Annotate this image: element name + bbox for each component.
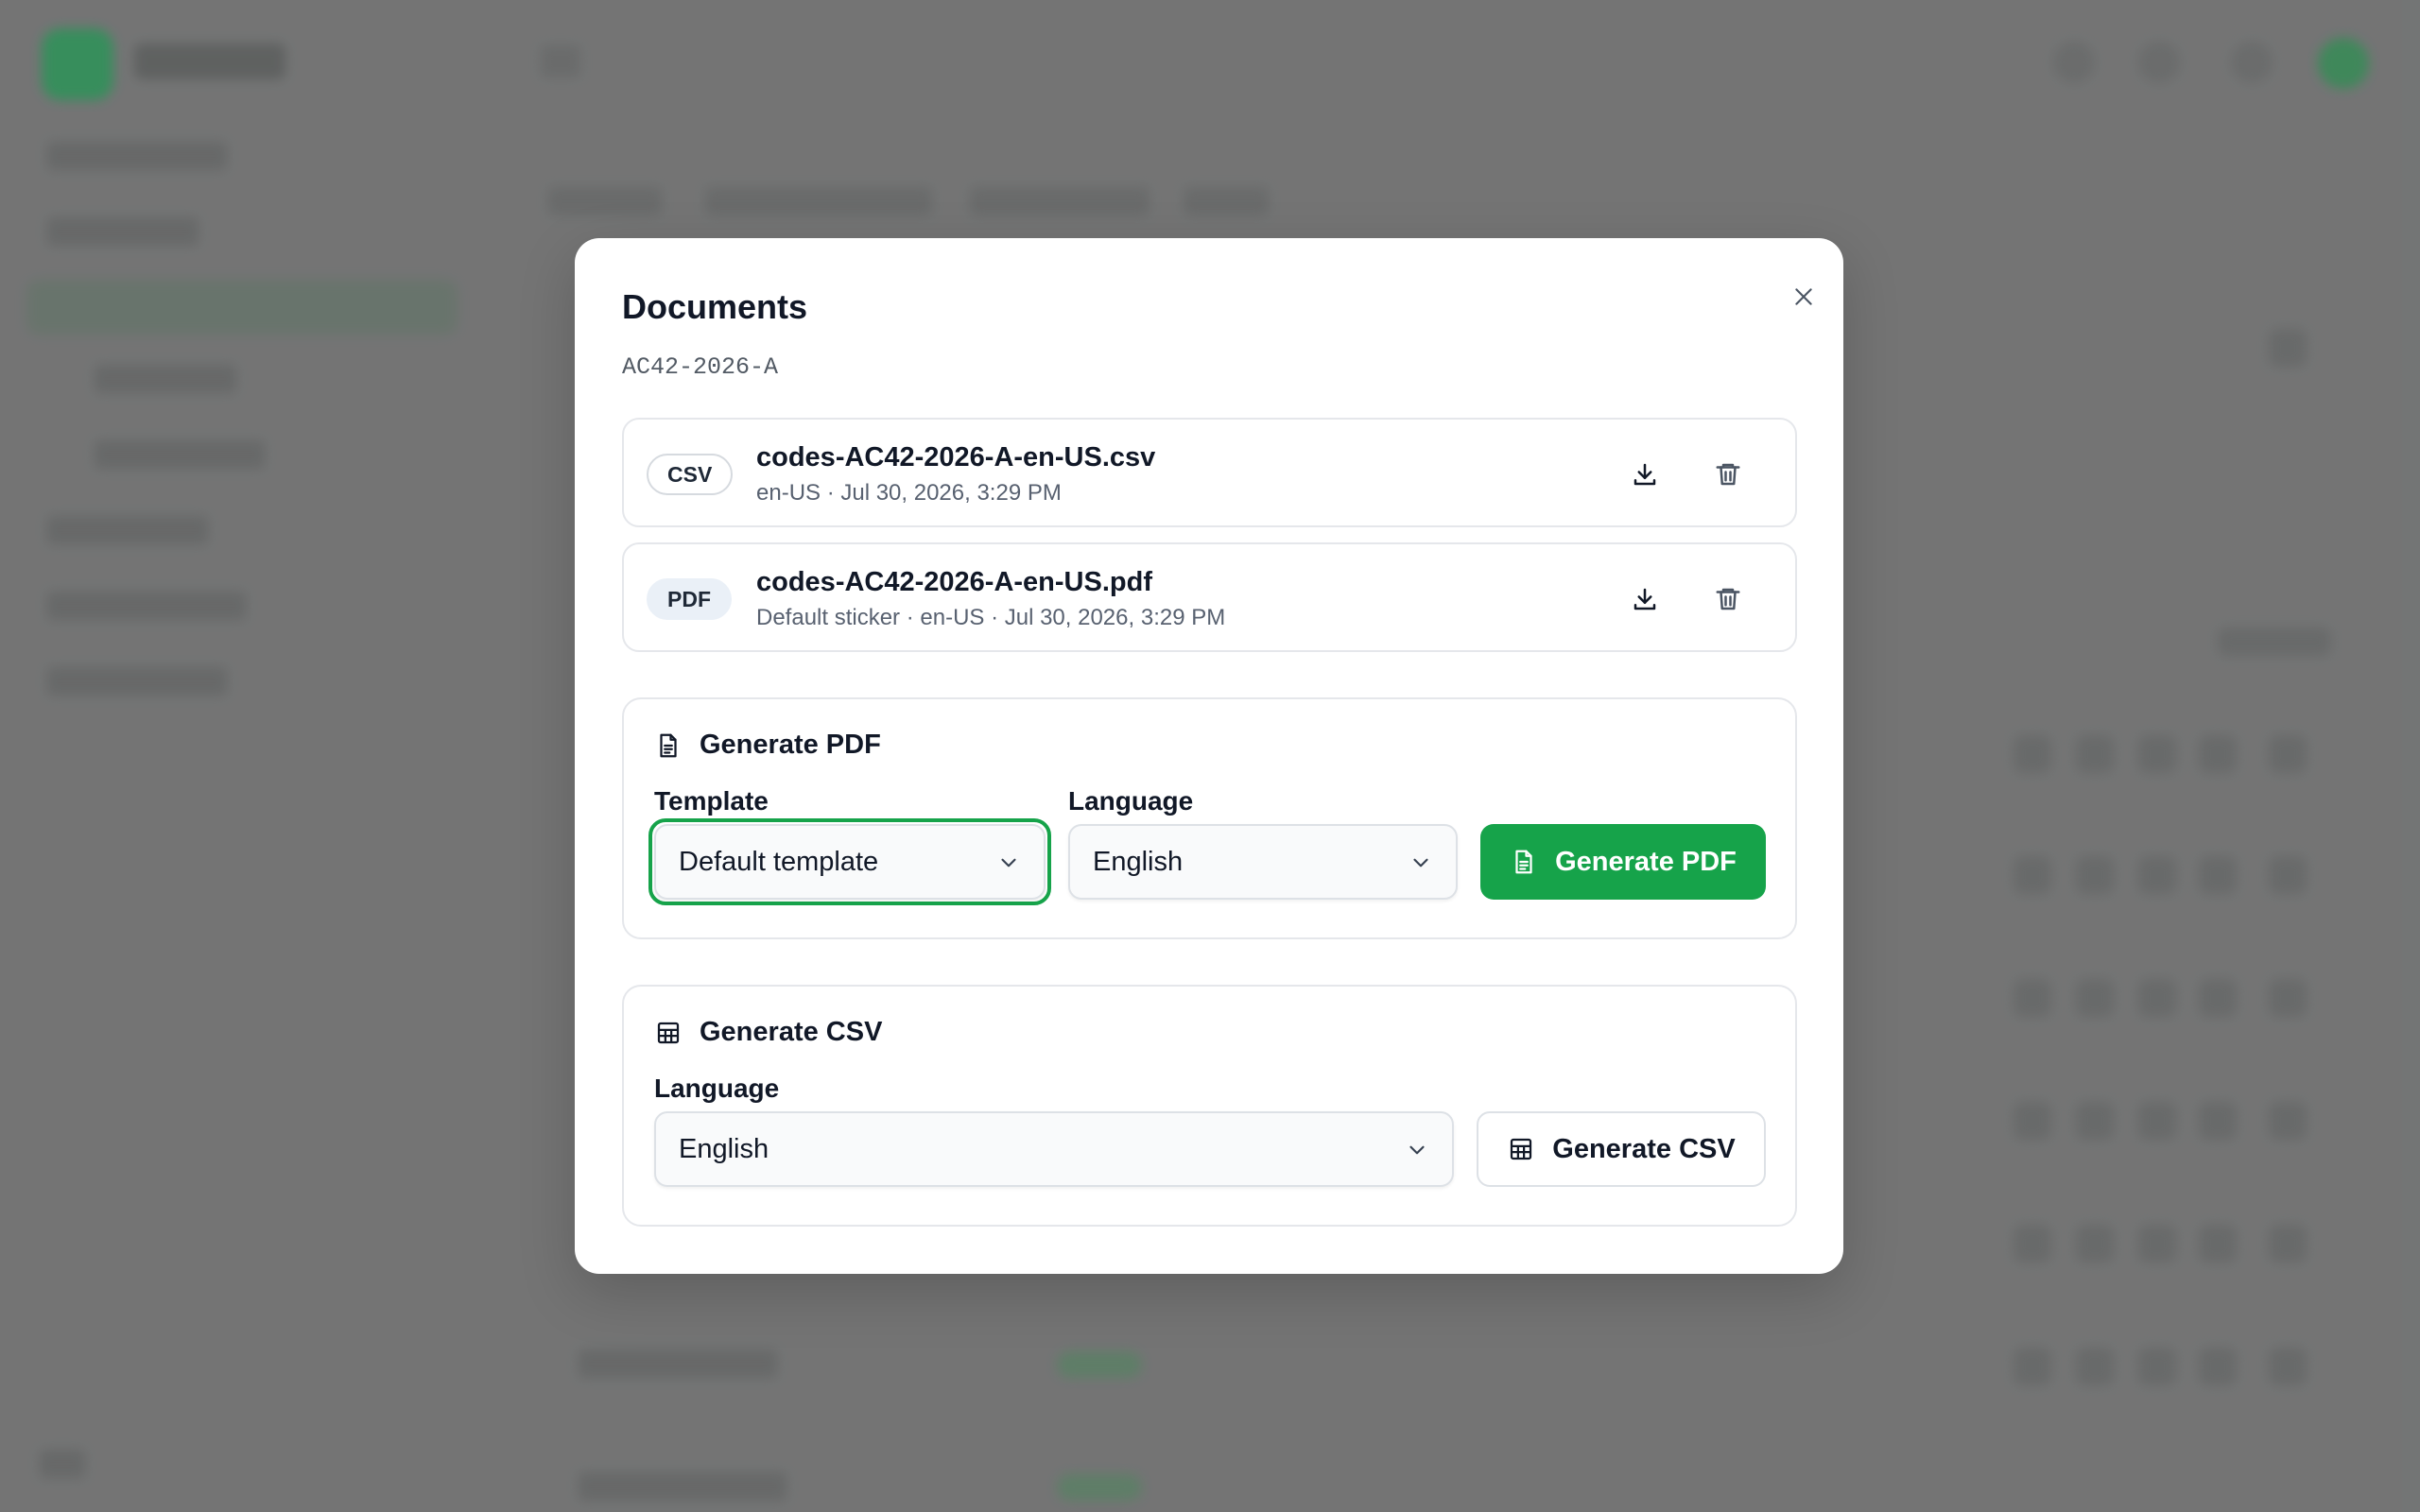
close-button[interactable] [1781,274,1826,319]
template-select[interactable]: Default template [654,824,1046,900]
close-icon [1795,288,1812,305]
chevron-down-icon [1409,1145,1425,1155]
table-icon [1511,1138,1532,1160]
template-label: Template [654,786,769,816]
file-meta: en-US · Jul 30, 2026, 3:29 PM [756,480,1062,506]
file-meta: Default sticker · en-US · Jul 30, 2026, … [756,605,1226,630]
file-name: codes-AC42-2026-A-en-US.csv [756,442,1156,472]
generate-csv-title: Generate CSV [700,1017,883,1047]
delete-button[interactable] [1705,452,1751,497]
download-icon [1634,588,1656,610]
trash-icon [1716,463,1740,486]
file-item: CSV codes-AC42-2026-A-en-US.csv en-US · … [622,418,1797,527]
csv-language-select[interactable]: English [654,1111,1454,1187]
file-type-badge: PDF [647,578,732,620]
trash-icon [1716,588,1740,610]
generate-csv-button-label: Generate CSV [1552,1133,1736,1164]
generate-csv-button[interactable]: Generate CSV [1477,1111,1766,1187]
download-icon [1634,463,1656,486]
documents-dialog: Documents AC42-2026-A CSV codes-AC42-202… [575,238,1843,1274]
chevron-down-icon [1413,858,1428,868]
document-icon [660,733,677,757]
dialog-subtitle: AC42-2026-A [622,353,779,381]
chevron-down-icon [1001,858,1016,868]
pdf-language-select[interactable]: English [1068,824,1458,900]
generate-pdf-card: Generate PDF Template Language Default t… [622,697,1797,939]
file-type-badge: CSV [647,454,734,495]
download-button[interactable] [1622,452,1668,497]
pdf-language-label: Language [1068,786,1194,816]
template-select-value: Default template [679,846,879,877]
generate-pdf-heading: Generate PDF [654,730,881,761]
download-button[interactable] [1622,576,1668,622]
generate-pdf-button[interactable]: Generate PDF [1480,824,1766,900]
generate-pdf-title: Generate PDF [700,730,881,760]
table-icon [657,1022,680,1043]
file-item: PDF codes-AC42-2026-A-en-US.pdf Default … [622,542,1797,652]
pdf-language-value: English [1093,846,1184,877]
document-icon [1515,850,1532,874]
generate-csv-card: Generate CSV Language English Generate C… [622,985,1797,1227]
generate-pdf-button-label: Generate PDF [1555,846,1737,877]
dialog-title: Documents [622,287,808,326]
csv-language-label: Language [654,1074,780,1103]
csv-language-value: English [679,1133,769,1164]
generate-csv-heading: Generate CSV [654,1017,882,1048]
delete-button[interactable] [1705,576,1751,622]
file-name: codes-AC42-2026-A-en-US.pdf [756,567,1152,597]
